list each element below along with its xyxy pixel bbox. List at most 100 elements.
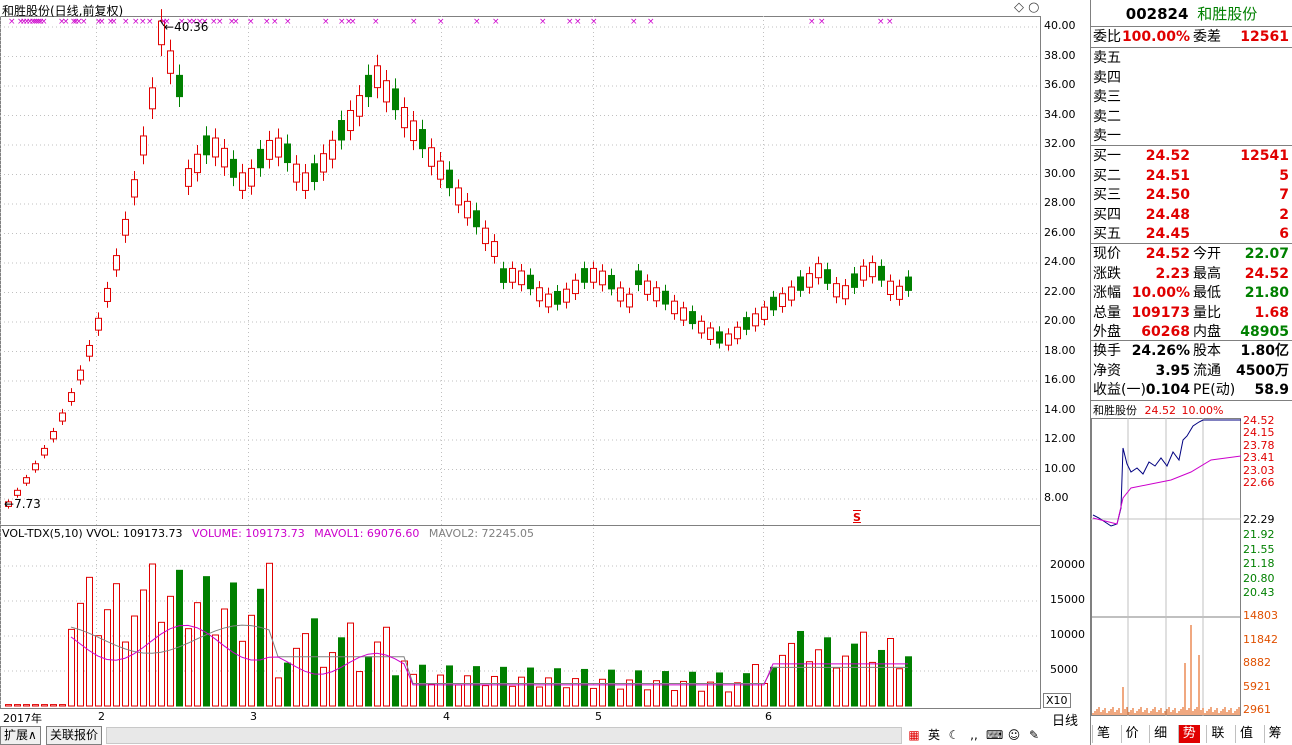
related-quotes-tab[interactable]: 关联报价 bbox=[46, 726, 103, 745]
price-tick: 36.00 bbox=[1044, 78, 1076, 91]
volume-bar bbox=[860, 631, 867, 707]
candle-body bbox=[554, 290, 561, 305]
side-tab[interactable]: 联 bbox=[1206, 725, 1228, 743]
punctuation-icon[interactable]: ,, bbox=[966, 727, 982, 743]
grid-icon[interactable]: ▦ bbox=[906, 727, 922, 743]
candle-body bbox=[473, 210, 480, 228]
moon-icon[interactable]: ☾ bbox=[946, 727, 962, 743]
candle-body bbox=[113, 255, 120, 271]
signal-mark: × bbox=[410, 17, 418, 27]
kline-chart[interactable]: × ×××××××××× ×× ×××× ×× ×× × × × × ×× × ×××× ×× ×× × × × ×… bbox=[0, 0, 1041, 710]
candle-body bbox=[581, 268, 588, 283]
candle-body bbox=[338, 120, 345, 141]
quote-row[interactable]: 总量 109173 量比 1.68 bbox=[1091, 304, 1292, 323]
quote-value: 10.00% bbox=[1131, 285, 1190, 302]
candle-body bbox=[806, 273, 813, 288]
volume-bar bbox=[419, 664, 426, 707]
user-icon[interactable]: ☺ bbox=[1006, 727, 1022, 743]
volume-bar bbox=[167, 595, 174, 707]
volume-bar bbox=[734, 682, 741, 707]
fin-row[interactable]: 换手 24.26% 股本 1.80亿 bbox=[1091, 342, 1292, 361]
candle-body bbox=[203, 135, 210, 156]
candle-body bbox=[464, 200, 471, 219]
sell-row[interactable]: 卖二 bbox=[1091, 108, 1292, 127]
candle-body bbox=[104, 287, 111, 302]
date-tick: 2 bbox=[98, 710, 105, 723]
chart-options-icon[interactable]: ◇ ○ bbox=[1014, 0, 1039, 15]
signal-mark: × bbox=[818, 17, 826, 27]
keyboard-icon[interactable]: ⌨ bbox=[986, 727, 1003, 743]
candle-body bbox=[698, 320, 705, 334]
volume-value: VOLUME: 109173.73 bbox=[192, 527, 305, 540]
volume-bar bbox=[275, 677, 282, 707]
signal-marker[interactable]: S bbox=[853, 511, 861, 524]
sell-row[interactable]: 卖三 bbox=[1091, 88, 1292, 107]
buy-row[interactable]: 买四 24.48 2 bbox=[1091, 206, 1292, 225]
volume-bar bbox=[104, 609, 111, 707]
price-tick: 8.00 bbox=[1044, 491, 1069, 504]
fin-row[interactable]: 收益(一) 0.104 PE(动) 58.9 bbox=[1091, 381, 1292, 400]
volume-bar bbox=[671, 690, 678, 707]
buy-row[interactable]: 买二 24.51 5 bbox=[1091, 167, 1292, 186]
volume-bar bbox=[149, 563, 156, 707]
english-input-icon[interactable]: 英 bbox=[926, 727, 942, 743]
candle-body bbox=[320, 153, 327, 173]
side-tab[interactable]: 细 bbox=[1149, 725, 1171, 743]
price-tick: 38.00 bbox=[1044, 48, 1076, 62]
fin-row[interactable]: 净资 3.95 流通 4500万 bbox=[1091, 362, 1292, 381]
fin-label2: 流通 bbox=[1193, 362, 1221, 379]
signal-mark: × bbox=[263, 17, 271, 27]
quote-row[interactable]: 涨幅 10.00% 最低 21.80 bbox=[1091, 284, 1292, 303]
vol-tick: 10000 bbox=[1050, 628, 1085, 641]
candle-body bbox=[140, 135, 147, 156]
sell-row[interactable]: 卖四 bbox=[1091, 69, 1292, 88]
volume-bar bbox=[122, 641, 129, 707]
candle-body bbox=[644, 280, 651, 295]
weibi-row[interactable]: 委比 100.00% 委差 12561 bbox=[1091, 28, 1292, 47]
signal-mark: × bbox=[492, 17, 500, 27]
candle-body bbox=[851, 273, 858, 288]
wrench-icon[interactable]: ✎ bbox=[1026, 727, 1042, 743]
candle-body bbox=[428, 147, 435, 167]
volume-bar bbox=[644, 689, 651, 707]
bottom-scrollbar[interactable] bbox=[106, 727, 902, 744]
candle-body bbox=[509, 267, 516, 283]
fin-label: 净资 bbox=[1093, 362, 1121, 379]
weicha-label: 委差 bbox=[1193, 29, 1221, 45]
fin-value: 3.95 bbox=[1155, 362, 1190, 379]
volume-bar bbox=[779, 654, 786, 707]
volume-bar bbox=[608, 669, 615, 707]
candle-body bbox=[671, 300, 678, 315]
side-tab[interactable]: 筹 bbox=[1263, 725, 1286, 743]
side-tab[interactable]: 势 bbox=[1177, 725, 1200, 743]
buy-row[interactable]: 买三 24.50 7 bbox=[1091, 186, 1292, 205]
quote-label: 涨跌 bbox=[1093, 265, 1121, 282]
sell-label: 卖三 bbox=[1093, 89, 1121, 106]
candle-body bbox=[32, 463, 39, 471]
expand-tab[interactable]: 扩展∧ bbox=[0, 726, 41, 745]
volume-bar bbox=[617, 688, 624, 707]
buy-row[interactable]: 买一 24.52 12541 bbox=[1091, 147, 1292, 166]
candle-body bbox=[329, 139, 336, 160]
candles bbox=[5, 9, 912, 509]
candle-body bbox=[266, 139, 273, 160]
volume-bar bbox=[257, 588, 264, 707]
buy-volume: 2 bbox=[1279, 206, 1289, 223]
candle-body bbox=[833, 283, 840, 298]
side-tab[interactable]: 价 bbox=[1120, 725, 1143, 743]
quote-row[interactable]: 现价 24.52 今开 22.07 bbox=[1091, 245, 1292, 264]
quote-value: 24.52 bbox=[1145, 246, 1190, 262]
period-label[interactable]: 日线 bbox=[1052, 710, 1078, 729]
sell-row[interactable]: 卖一 bbox=[1091, 127, 1292, 146]
signal-mark: × bbox=[372, 17, 380, 27]
buy-price: 24.48 bbox=[1145, 206, 1190, 223]
candle-body bbox=[842, 285, 849, 300]
quote-row[interactable]: 涨跌 2.23 最高 24.52 bbox=[1091, 265, 1292, 284]
side-tab[interactable]: 笔 bbox=[1092, 725, 1114, 743]
volume-bar bbox=[437, 674, 444, 707]
candle-body bbox=[905, 276, 912, 291]
buy-row[interactable]: 买五 24.45 6 bbox=[1091, 225, 1292, 244]
sell-row[interactable]: 卖五 bbox=[1091, 49, 1292, 68]
side-tab[interactable]: 值 bbox=[1235, 725, 1257, 743]
volume-bar bbox=[203, 576, 210, 707]
